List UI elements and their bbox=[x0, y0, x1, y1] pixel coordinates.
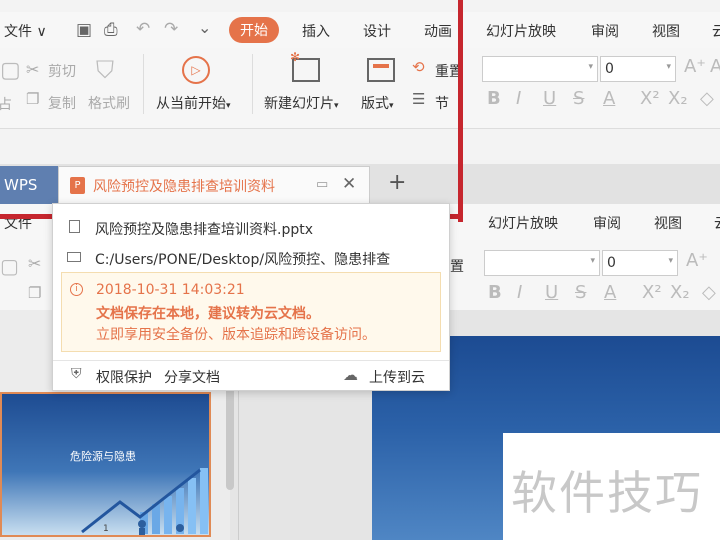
bold-icon[interactable]: B bbox=[487, 88, 501, 109]
layout-button[interactable]: 版式▾ bbox=[361, 93, 394, 113]
new-slide-button[interactable]: 新建幻灯片▾ bbox=[264, 93, 339, 113]
paste-label: 占 bbox=[0, 97, 12, 113]
popup-divider bbox=[53, 360, 449, 361]
computer-icon bbox=[67, 252, 81, 262]
slide-page-number: 1 bbox=[103, 524, 109, 534]
play-icon: ▷ bbox=[182, 56, 210, 84]
tab-slideshow[interactable]: 幻灯片放映 bbox=[486, 21, 556, 41]
cloud-upload-icon: ☁ bbox=[343, 366, 358, 384]
document-tab-title: 风险预控及隐患排查培训资料 bbox=[93, 179, 275, 195]
subscript-icon[interactable]: X₂ bbox=[668, 88, 688, 109]
ribbon-divider bbox=[252, 54, 253, 114]
subscript-icon[interactable]: X₂ bbox=[670, 282, 690, 303]
format-painter-button[interactable]: 格式刷 bbox=[88, 93, 130, 113]
monitor-icon[interactable]: ▭ bbox=[316, 177, 328, 192]
thumbnail-scrollbar[interactable] bbox=[226, 380, 234, 490]
tab-view-background[interactable]: 视图 bbox=[654, 213, 682, 233]
menu-bar: 文件 ∨ ▣ ⎙ ↶ ↷ ⌄ 开始 插入 设计 动画 幻灯片放映 审阅 视图 云 bbox=[0, 12, 720, 48]
font-name-select[interactable]: ▾ bbox=[482, 56, 598, 82]
tab-animation[interactable]: 动画 bbox=[424, 21, 452, 41]
strikethrough-icon[interactable]: S bbox=[575, 282, 586, 303]
new-slide-icon: ✻ bbox=[290, 50, 320, 82]
increase-font-icon[interactable]: A⁺ bbox=[684, 56, 706, 77]
slide-thumbnail[interactable]: 危险源与隐患 1 bbox=[0, 392, 211, 537]
underline-icon[interactable]: U bbox=[543, 88, 556, 109]
italic-icon[interactable]: I bbox=[517, 282, 522, 303]
font-size-select[interactable]: 0 ▾ bbox=[600, 56, 676, 82]
close-tab-icon[interactable]: ✕ bbox=[342, 174, 356, 194]
copy-icon: ❐ bbox=[28, 284, 42, 302]
highlight-frame-right bbox=[458, 0, 463, 222]
ribbon-divider bbox=[143, 54, 144, 114]
tab-start[interactable]: 开始 bbox=[229, 17, 279, 43]
tab-wps[interactable]: WPS bbox=[0, 166, 58, 204]
tab-slideshow-background[interactable]: 幻灯片放映 bbox=[488, 213, 558, 233]
section-button[interactable]: 节 bbox=[435, 93, 449, 113]
bar-chart-illustration bbox=[81, 468, 208, 535]
share-document-button[interactable]: 分享文档 bbox=[164, 367, 220, 387]
scissors-icon: ✂ bbox=[26, 60, 40, 79]
popup-filename: 风险预控及隐患排查培训资料.pptx bbox=[95, 222, 313, 238]
tab-cloud-background[interactable]: 云 bbox=[714, 213, 720, 233]
pptx-file-icon: P bbox=[70, 177, 85, 194]
font-size-select-background[interactable]: 0 ▾ bbox=[602, 250, 678, 276]
tab-review[interactable]: 审阅 bbox=[591, 21, 619, 41]
tab-design[interactable]: 设计 bbox=[363, 21, 391, 41]
clear-format-icon[interactable]: ◇ bbox=[700, 88, 714, 109]
format-painter-icon: ⛉ bbox=[96, 56, 114, 84]
shield-icon: ⛨ bbox=[71, 366, 82, 382]
superscript-icon[interactable]: X² bbox=[640, 88, 660, 109]
watermark-panel: 软件技巧 bbox=[503, 433, 720, 540]
font-color-icon[interactable]: A bbox=[604, 282, 616, 303]
decrease-font-icon[interactable]: A bbox=[710, 56, 720, 77]
local-save-warning: 文档保存在本地，建议转为云文档。 bbox=[96, 306, 320, 322]
font-color-icon[interactable]: A bbox=[603, 88, 615, 109]
file-icon bbox=[69, 220, 80, 233]
undo-icon[interactable]: ↶ bbox=[136, 19, 150, 39]
ribbon: ▢ 占 ✂ 剪切 ❐ 复制 ⛉ 格式刷 ▷ 从当前开始▾ ✻ 新建幻灯片▾ 版式… bbox=[0, 48, 720, 129]
upload-to-cloud-button[interactable]: 上传到云 bbox=[369, 367, 425, 387]
paste-icon: ▢ bbox=[0, 254, 19, 278]
italic-icon[interactable]: I bbox=[516, 88, 521, 109]
tab-view[interactable]: 视图 bbox=[652, 21, 680, 41]
tab-insert[interactable]: 插入 bbox=[302, 21, 330, 41]
section-icon: ☰ bbox=[412, 90, 426, 108]
increase-font-icon[interactable]: A⁺ bbox=[686, 250, 708, 271]
document-info-popup: 风险预控及隐患排查培训资料.pptx C:/Users/PONE/Desktop… bbox=[52, 203, 450, 391]
save-icon[interactable]: ▣ bbox=[76, 20, 92, 40]
strikethrough-icon[interactable]: S bbox=[573, 88, 584, 109]
permission-protect-button[interactable]: 权限保护 bbox=[96, 367, 152, 387]
print-icon[interactable]: ⎙ bbox=[104, 20, 118, 40]
info-icon: i bbox=[70, 283, 83, 296]
cloud-suggestion-box: i 2018-10-31 14:03:21 文档保存在本地，建议转为云文档。 立… bbox=[61, 272, 441, 352]
reset-icon: ⟲ bbox=[412, 58, 425, 76]
save-time: 2018-10-31 14:03:21 bbox=[96, 282, 245, 298]
cloud-benefit-link[interactable]: 立即享用安全备份、版本追踪和跨设备访问。 bbox=[96, 324, 376, 344]
layout-icon bbox=[367, 58, 395, 82]
popup-file-path: C:/Users/PONE/Desktop/风险预控、隐患排查 bbox=[95, 252, 391, 268]
new-tab-button[interactable]: + bbox=[388, 170, 406, 195]
font-name-select-background[interactable]: ▾ bbox=[484, 250, 600, 276]
bold-icon[interactable]: B bbox=[488, 282, 502, 303]
tab-cloud[interactable]: 云 bbox=[712, 21, 720, 41]
paste-icon[interactable]: ▢ bbox=[0, 58, 21, 83]
redo-icon[interactable]: ↷ bbox=[164, 19, 178, 39]
scissors-icon: ✂ bbox=[28, 254, 42, 273]
clear-format-icon[interactable]: ◇ bbox=[702, 282, 716, 303]
reset-button-background[interactable]: 置 bbox=[450, 256, 464, 276]
customize-toolbar-icon[interactable]: ⌄ bbox=[198, 18, 211, 37]
superscript-icon[interactable]: X² bbox=[642, 282, 662, 303]
underline-icon[interactable]: U bbox=[545, 282, 558, 303]
tab-document[interactable]: P 风险预控及隐患排查培训资料 ▭ ✕ bbox=[58, 166, 370, 204]
cut-button[interactable]: 剪切 bbox=[48, 61, 76, 81]
tab-review-background[interactable]: 审阅 bbox=[593, 213, 621, 233]
copy-icon: ❐ bbox=[26, 90, 40, 108]
play-from-current-button[interactable]: 从当前开始▾ bbox=[156, 93, 231, 113]
copy-button[interactable]: 复制 bbox=[48, 93, 76, 113]
watermark-text: 软件技巧 bbox=[511, 466, 703, 520]
menu-file[interactable]: 文件 ∨ bbox=[4, 21, 47, 41]
